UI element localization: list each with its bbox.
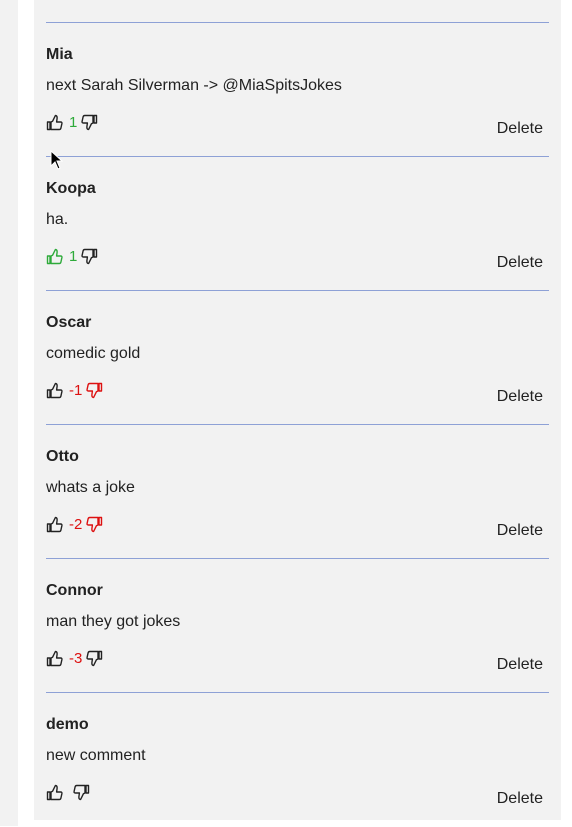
comment-item: Koopa ha. 1 Delete bbox=[46, 156, 549, 291]
comment-item: demo new comment Delete bbox=[46, 692, 549, 827]
left-rail bbox=[0, 0, 18, 826]
delete-button[interactable]: Delete bbox=[497, 656, 543, 674]
thumbs-up-icon[interactable] bbox=[46, 248, 63, 265]
vote-controls: -3 bbox=[46, 648, 103, 668]
comment-author: Oscar bbox=[46, 314, 92, 331]
thumbs-down-icon[interactable] bbox=[86, 516, 103, 533]
vote-score: 1 bbox=[69, 247, 78, 265]
comment-item: Connor man they got jokes -3 Delete bbox=[46, 558, 549, 693]
vote-score: -3 bbox=[69, 649, 83, 667]
thumbs-down-icon[interactable] bbox=[86, 650, 103, 667]
delete-button[interactable]: Delete bbox=[497, 120, 543, 138]
comment-text: ha. bbox=[46, 211, 69, 228]
thumbs-up-icon[interactable] bbox=[46, 114, 63, 131]
vote-score: -2 bbox=[69, 515, 83, 533]
delete-button[interactable]: Delete bbox=[497, 388, 543, 406]
thumbs-up-icon[interactable] bbox=[46, 516, 63, 533]
vote-controls: -2 bbox=[46, 514, 103, 534]
thumbs-down-icon[interactable] bbox=[81, 114, 98, 131]
delete-button[interactable]: Delete bbox=[497, 254, 543, 272]
comment-author: Otto bbox=[46, 448, 79, 465]
vote-score: -1 bbox=[69, 381, 83, 399]
comment-text: new comment bbox=[46, 747, 146, 764]
comment-item: Oscar comedic gold -1 Delete bbox=[46, 290, 549, 425]
comments-panel: Mia next Sarah Silverman -> @MiaSpitsJok… bbox=[34, 0, 561, 820]
delete-button[interactable]: Delete bbox=[497, 790, 543, 808]
comment-author: Mia bbox=[46, 46, 73, 63]
thumbs-up-icon[interactable] bbox=[46, 650, 63, 667]
mouse-pointer-icon bbox=[50, 150, 64, 170]
comment-author: Koopa bbox=[46, 180, 96, 197]
comment-text: whats a joke bbox=[46, 479, 135, 496]
comment-author: Connor bbox=[46, 582, 103, 599]
comment-text: next Sarah Silverman -> @MiaSpitsJokes bbox=[46, 77, 342, 94]
comment-item: Mia next Sarah Silverman -> @MiaSpitsJok… bbox=[46, 22, 549, 157]
thumbs-down-icon[interactable] bbox=[81, 248, 98, 265]
comment-text: man they got jokes bbox=[46, 613, 181, 630]
thumbs-up-icon[interactable] bbox=[46, 784, 63, 801]
comment-author: demo bbox=[46, 716, 89, 733]
vote-controls: 1 bbox=[46, 112, 98, 132]
thumbs-up-icon[interactable] bbox=[46, 382, 63, 399]
vote-controls bbox=[46, 782, 90, 802]
thumbs-down-icon[interactable] bbox=[73, 784, 90, 801]
comment-item: Otto whats a joke -2 Delete bbox=[46, 424, 549, 559]
vote-controls: 1 bbox=[46, 246, 98, 266]
delete-button[interactable]: Delete bbox=[497, 522, 543, 540]
thumbs-down-icon[interactable] bbox=[86, 382, 103, 399]
comment-text: comedic gold bbox=[46, 345, 141, 362]
vote-controls: -1 bbox=[46, 380, 103, 400]
vote-score: 1 bbox=[69, 113, 78, 131]
